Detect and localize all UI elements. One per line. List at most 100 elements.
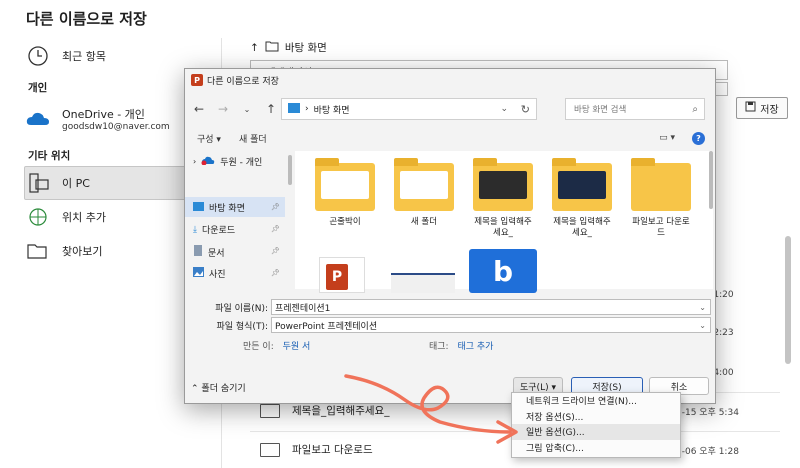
- filetype-select[interactable]: PowerPoint 프레젠테이션 ⌄: [271, 317, 711, 333]
- menu-item-compress-pictures[interactable]: 그림 압축(C)...: [512, 440, 680, 456]
- powerpoint-icon: P: [191, 74, 203, 86]
- cloud-icon: [201, 156, 215, 168]
- folder-label: 곤줄박이: [329, 217, 361, 227]
- address-bar[interactable]: › 바탕 화면 ⌄ ↻: [281, 98, 537, 120]
- folder-icon: [260, 403, 280, 418]
- onedrive-item[interactable]: OneDrive - 개인 goodsdw10@naver.com: [26, 106, 170, 132]
- folder-icon: [631, 158, 691, 211]
- computer-icon: [26, 171, 50, 195]
- backstage-path-label: 바탕 화면: [284, 42, 327, 54]
- backstage-save-button[interactable]: 저장: [736, 97, 788, 119]
- browse-label: 찾아보기: [62, 245, 103, 258]
- view-options-icon[interactable]: ▭ ▾: [659, 133, 675, 143]
- pin-icon[interactable]: 📌︎: [271, 269, 280, 277]
- back-arrow-icon[interactable]: ←: [189, 99, 209, 119]
- menu-item-general-options[interactable]: 일반 옵션(G)...: [512, 424, 680, 440]
- folder-icon: [315, 158, 375, 211]
- folder-open-icon: [26, 239, 50, 263]
- author-value[interactable]: 두원 서: [283, 342, 311, 352]
- nav-label: 사진: [209, 270, 226, 280]
- refresh-icon[interactable]: ↻: [521, 103, 530, 116]
- nav-label: 두원 - 개인: [220, 158, 263, 168]
- pin-icon[interactable]: 📌︎: [271, 247, 280, 255]
- clock-icon: [26, 44, 50, 68]
- folder-label: 새 폴더: [410, 217, 438, 227]
- chevron-right-icon: ›: [305, 104, 309, 114]
- folder-icon: [260, 442, 280, 457]
- onedrive-name: OneDrive - 개인: [62, 108, 145, 121]
- search-input[interactable]: 바탕 화면 검색 ⌕: [565, 98, 705, 120]
- hide-folders-label: 폴더 숨기기: [201, 384, 246, 394]
- content-scrollbar[interactable]: [709, 151, 713, 209]
- nav-item-downloads[interactable]: ⤓ 다운로드: [193, 223, 235, 237]
- folder-icon: [473, 158, 533, 211]
- desktop-icon: [288, 102, 300, 116]
- forward-arrow-icon[interactable]: →: [213, 99, 233, 119]
- powerpoint-icon: P: [326, 264, 348, 290]
- folder-item[interactable]: 제목을 입력해주세요_: [471, 158, 535, 239]
- nav-label: 바탕 화면: [209, 204, 245, 214]
- dialog-titlebar[interactable]: P 다른 이름으로 저장: [185, 69, 715, 91]
- tags-meta: 태그: 태그 추가: [429, 339, 493, 352]
- chevron-down-icon[interactable]: ⌄: [500, 104, 508, 114]
- recent-items[interactable]: 최근 항목: [26, 44, 106, 68]
- nav-scrollbar[interactable]: [288, 155, 292, 185]
- onedrive-email: goodsdw10@naver.com: [62, 122, 170, 132]
- pin-icon[interactable]: 📌︎: [271, 225, 280, 233]
- organize-button[interactable]: 구성 ▾: [197, 132, 221, 145]
- save-disk-icon: [745, 101, 756, 115]
- chevron-down-icon[interactable]: ⌄: [699, 321, 706, 330]
- folder-label: 제목을 입력해주세요_: [474, 217, 532, 238]
- file-name: 파일보고 다운로드: [292, 444, 373, 456]
- filename-value: 프레젠테이션1: [275, 303, 331, 314]
- address-label: 바탕 화면: [313, 105, 350, 116]
- author-label: 만든 이:: [243, 342, 274, 352]
- globe-add-icon: [26, 205, 50, 229]
- navigation-pane: › 두원 - 개인 바탕 화면 ⤓ 다운로드 문서 사진 📌︎ 📌︎ 📌︎ 📌︎: [185, 151, 285, 289]
- nav-item-pictures[interactable]: 사진: [193, 267, 226, 280]
- dialog-toolbar: 구성 ▾ 새 폴더 ▭ ▾ ?: [185, 127, 715, 149]
- up-arrow-icon[interactable]: ↑: [250, 42, 259, 54]
- cloud-icon: [26, 107, 50, 131]
- desktop-icon: [193, 201, 204, 214]
- hide-folders-button[interactable]: ⌃ 폴더 숨기기: [191, 381, 246, 394]
- menu-item-save-options[interactable]: 저장 옵션(S)...: [512, 409, 680, 425]
- author-meta: 만든 이: 두원 서: [243, 339, 310, 352]
- new-folder-button[interactable]: 새 폴더: [239, 132, 267, 145]
- search-placeholder: 바탕 화면 검색: [574, 105, 627, 115]
- nav-item-onedrive[interactable]: › 두원 - 개인: [193, 155, 262, 168]
- folder-item[interactable]: 곤줄박이: [313, 158, 377, 228]
- dropdown-chevron-icon[interactable]: ⌄: [237, 99, 257, 119]
- add-location-item[interactable]: 위치 추가: [26, 205, 106, 229]
- filename-field[interactable]: 프레젠테이션1 ⌄: [271, 299, 711, 315]
- folder-item[interactable]: 파일보고 다운로드: [629, 158, 693, 239]
- chevron-right-icon: ›: [193, 157, 197, 166]
- file-date: 3-15 오후 5:34: [676, 408, 739, 418]
- folder-item[interactable]: 제목을 입력해주세요_: [550, 158, 614, 239]
- other-locations-header: 기타 위치: [28, 150, 71, 162]
- pin-icon[interactable]: 📌︎: [271, 203, 280, 211]
- nav-item-desktop[interactable]: 바탕 화면: [193, 201, 245, 214]
- page-title: 다른 이름으로 저장: [26, 10, 147, 28]
- backstage-scrollbar[interactable]: [785, 236, 791, 364]
- powerpoint-file-thumbnail[interactable]: P: [319, 257, 365, 293]
- save-form: 파일 이름(N): 프레젠테이션1 ⌄ 파일 형식(T): PowerPoint…: [185, 293, 715, 353]
- nav-item-documents[interactable]: 문서: [193, 245, 225, 259]
- image-file-thumbnail[interactable]: [391, 273, 455, 293]
- search-icon: ⌕: [692, 103, 698, 115]
- bing-icon[interactable]: b: [469, 249, 537, 293]
- chevron-down-icon[interactable]: ⌄: [699, 303, 706, 312]
- menu-item-map-network-drive[interactable]: 네트워크 드라이브 연결(N)...: [512, 393, 680, 409]
- folder-icon: [265, 41, 279, 55]
- help-icon[interactable]: ?: [692, 131, 705, 145]
- folder-icon: [394, 158, 454, 211]
- tags-value[interactable]: 태그 추가: [457, 342, 493, 352]
- this-pc-item[interactable]: 이 PC: [26, 171, 90, 195]
- up-arrow-icon[interactable]: ↑: [261, 99, 281, 119]
- folder-icon: [552, 158, 612, 211]
- file-date: 3-06 오후 1:28: [676, 447, 739, 457]
- picture-icon: [193, 267, 204, 280]
- browse-item[interactable]: 찾아보기: [26, 239, 102, 263]
- tools-menu: 네트워크 드라이브 연결(N)... 저장 옵션(S)... 일반 옵션(G).…: [511, 392, 681, 458]
- folder-item[interactable]: 새 폴더: [392, 158, 456, 228]
